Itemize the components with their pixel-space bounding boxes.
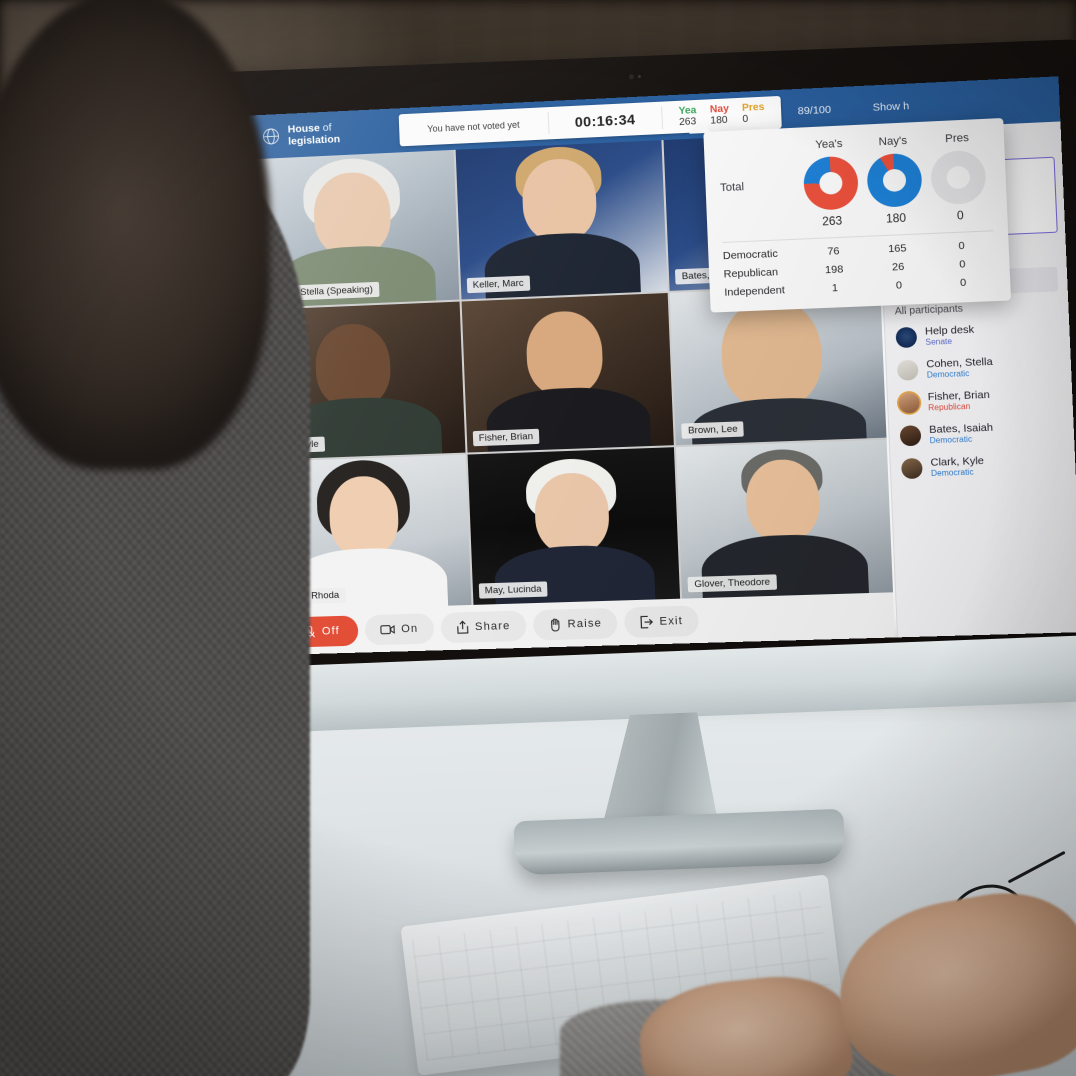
computer-monitor: House of legislation You have not voted … <box>184 39 1076 693</box>
pres-count: 0 <box>742 114 748 125</box>
vote-timer: 00:16:34 <box>548 102 663 140</box>
party-nay: 165 <box>865 241 930 256</box>
participants-list: Help desk Senate Cohen, Stella Democrati… <box>885 315 1076 486</box>
donut-chart-yeas <box>802 156 858 211</box>
participant-name: Help desk <box>925 324 975 338</box>
participant-party: Democratic <box>931 467 985 479</box>
total-label: Total <box>720 179 799 195</box>
party-name: Independent <box>724 283 803 298</box>
total-pres: 0 <box>928 209 993 224</box>
participant-party: Democratic <box>927 368 994 381</box>
brand-sub: legislation <box>288 133 340 147</box>
avatar <box>900 425 922 446</box>
participant-party: Republican <box>928 401 990 414</box>
raise-hand-label: Raise <box>567 617 602 630</box>
person-hair <box>0 0 270 470</box>
monitor-bezel: House of legislation You have not voted … <box>184 39 1076 673</box>
col-yeas: Yea's <box>797 137 861 152</box>
attendance-count: 89/100 <box>797 104 831 118</box>
participant-party: Senate <box>925 336 974 348</box>
col-nays: Nay's <box>861 134 926 149</box>
exit-button[interactable]: Exit <box>624 605 699 638</box>
party-name: Republican <box>723 265 802 280</box>
video-tile[interactable]: May, Lucinda <box>467 447 680 605</box>
party-pres: 0 <box>929 238 994 253</box>
party-yea: 198 <box>802 262 866 277</box>
globe-icon <box>261 126 282 147</box>
popup-spacer <box>719 152 798 156</box>
participant-name-label: Glover, Theodore <box>688 574 777 592</box>
screen-content: House of legislation You have not voted … <box>248 76 1076 655</box>
party-nay: 0 <box>867 278 932 293</box>
vote-breakdown-popup: Yea's Nay's Pres Total 263 180 0 Democra… <box>703 118 1011 313</box>
video-tile[interactable]: Keller, Marc <box>455 140 668 300</box>
camera-toggle-button[interactable]: On <box>364 613 434 645</box>
video-tile[interactable]: Glover, Theodore <box>676 439 893 598</box>
party-pres: 0 <box>931 275 996 290</box>
webcam-icon <box>629 74 634 79</box>
col-pres: Pres <box>925 131 990 146</box>
participant-name: Clark, Kyle <box>930 455 984 469</box>
show-history-link[interactable]: Show h <box>872 100 909 114</box>
avatar <box>898 392 920 413</box>
brand-of: of <box>323 122 332 134</box>
avatar <box>895 327 917 348</box>
popup-donut-row: Total <box>719 149 992 214</box>
vote-status-text: You have not voted yet <box>399 107 549 146</box>
participant-name-label: Brown, Lee <box>682 421 745 438</box>
list-item[interactable]: Clark, Kyle Democratic <box>901 447 1067 486</box>
party-nay: 26 <box>866 260 931 275</box>
mic-toggle-label: Off <box>322 625 340 638</box>
popup-arrow <box>689 122 712 134</box>
participant-name-label: Keller, Marc <box>466 276 530 294</box>
donut-chart-pres <box>930 150 987 206</box>
share-button[interactable]: Share <box>440 610 526 643</box>
video-tile[interactable]: Fisher, Brian <box>461 293 674 452</box>
popup-spacer <box>721 217 800 233</box>
participant-name-label: May, Lucinda <box>478 581 548 598</box>
party-name: Democratic <box>723 247 802 263</box>
camera-icon <box>380 623 396 636</box>
participant-party: Democratic <box>929 434 993 447</box>
party-yea: 76 <box>801 244 865 259</box>
share-icon <box>455 620 469 635</box>
pres-label: Pres <box>742 102 765 114</box>
raise-hand-icon <box>548 617 562 632</box>
total-nays: 180 <box>864 212 929 227</box>
brand-text: House of legislation <box>288 121 341 147</box>
brand-logo[interactable]: House of legislation <box>249 118 400 149</box>
avatar <box>901 458 923 479</box>
party-yea: 1 <box>803 281 867 296</box>
participant-name: Bates, Isaiah <box>929 421 993 436</box>
donut-chart-nays <box>866 153 923 209</box>
exit-icon <box>640 615 654 630</box>
photo-scene: House of legislation You have not voted … <box>0 0 1076 1076</box>
participant-name: Fisher, Brian <box>928 389 990 404</box>
nay-label: Nay <box>710 103 729 115</box>
participant-name-label: Fisher, Brian <box>472 428 539 446</box>
avatar <box>897 360 919 381</box>
party-pres: 0 <box>930 257 995 272</box>
camera-toggle-label: On <box>401 623 419 636</box>
exit-label: Exit <box>659 615 683 628</box>
nay-count: 180 <box>710 115 728 127</box>
share-label: Share <box>475 620 511 633</box>
yea-label: Yea <box>678 105 696 117</box>
total-yeas: 263 <box>800 214 864 229</box>
raise-hand-button[interactable]: Raise <box>532 608 618 641</box>
